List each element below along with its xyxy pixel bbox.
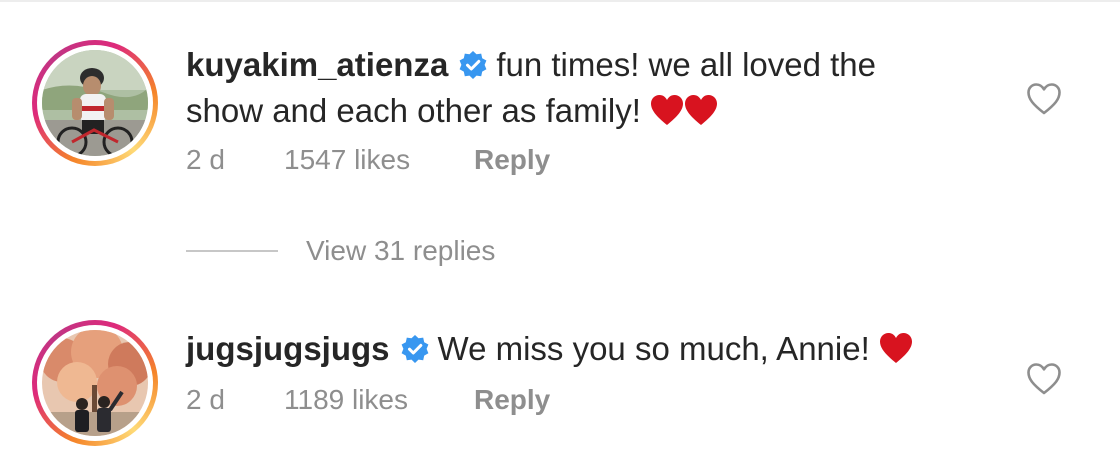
avatar[interactable] xyxy=(42,330,148,436)
heart-outline-icon[interactable] xyxy=(1026,362,1062,396)
like-count[interactable]: 1189 likes xyxy=(284,382,408,418)
comment-text-line-2: show and each other as family! xyxy=(186,92,641,129)
avatar-story-ring[interactable] xyxy=(32,320,158,446)
avatar-story-ring[interactable] xyxy=(32,40,158,166)
autumn-tree-photo xyxy=(42,330,148,436)
comment-body: jugsjugsjugs We miss you so much, Annie! xyxy=(186,328,976,374)
comment-text: We miss you so much, Annie! xyxy=(437,330,870,367)
verified-badge-icon xyxy=(400,332,430,374)
comment-item: jugsjugsjugs We miss you so much, Annie!… xyxy=(0,300,1120,466)
verified-badge-icon xyxy=(458,48,488,90)
comment-timestamp: 2 d xyxy=(186,384,225,415)
like-count[interactable]: 1547 likes xyxy=(284,142,410,178)
view-replies-label: View 31 replies xyxy=(306,235,496,266)
comment-body: kuyakim_atienza fun times! we all loved … xyxy=(186,44,976,136)
comment-text-line-1: fun times! we all loved the xyxy=(496,46,877,83)
red-heart-emoji xyxy=(650,94,684,136)
username-link[interactable]: kuyakim_atienza xyxy=(186,46,448,83)
red-heart-emoji xyxy=(879,332,913,374)
username-link[interactable]: jugsjugsjugs xyxy=(186,330,390,367)
reply-button[interactable]: Reply xyxy=(474,382,550,418)
comment-item: kuyakim_atienza fun times! we all loved … xyxy=(0,0,1120,200)
comment-timestamp: 2 d xyxy=(186,144,225,175)
cyclist-photo xyxy=(42,50,148,156)
view-replies-button[interactable]: View 31 replies xyxy=(186,232,586,272)
heart-outline-icon[interactable] xyxy=(1026,82,1062,116)
replies-divider-line xyxy=(186,250,278,252)
avatar[interactable] xyxy=(42,50,148,156)
red-heart-emoji xyxy=(684,94,718,136)
reply-button[interactable]: Reply xyxy=(474,142,550,178)
